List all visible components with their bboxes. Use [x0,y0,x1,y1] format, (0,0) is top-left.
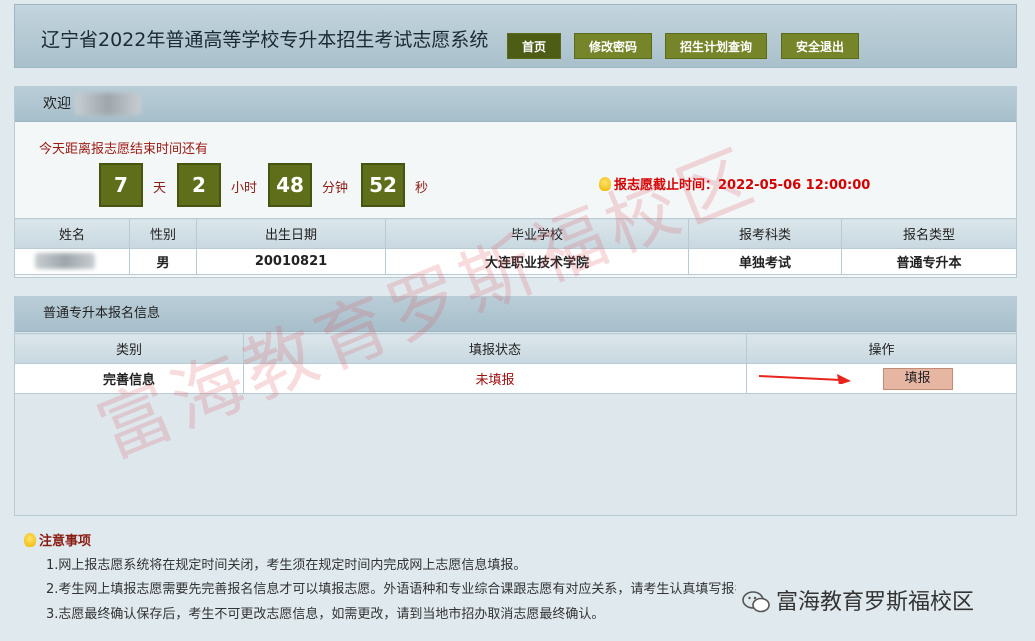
notes-section: 注意事项 [24,530,91,549]
countdown-seconds: 52 [361,163,405,207]
corner-watermark-text: 富海教育罗斯福校区 [776,590,975,615]
nav-enrollment-plan-button[interactable]: 招生计划查询 [665,33,767,59]
deadline-text: 报志愿截止时间：2022-05-06 12:00:00 [614,178,871,193]
col-category: 报考科类 [688,218,842,249]
category-cell: 单独考试 [688,248,842,275]
birth-cell: 20010821 [196,248,386,275]
note-item-3: 3.志愿最终确认保存后，考生不可更改志愿信息，如需更改，请到当地市招办取消志愿最… [46,607,605,622]
student-name-redacted [35,253,95,269]
nav-home-button[interactable]: 首页 [507,33,561,59]
minutes-unit: 分钟 [322,181,349,196]
lightbulb-icon [24,533,36,547]
note-item-2: 2.考生网上填报志愿需要先完善报名信息才可以填报志愿。外语语种和专业综合课跟志愿… [46,582,736,597]
fill-in-button[interactable]: 填报 [882,367,953,390]
nav-change-password-button[interactable]: 修改密码 [574,33,652,59]
app-title: 辽宁省2022年普通高等学校专升本招生考试志愿系统 [41,29,489,51]
lightbulb-icon [599,177,611,191]
seconds-unit: 秒 [415,181,429,196]
registration-table: 类别 填报状态 操作 完善信息 未填报 填报 [14,333,1017,394]
reg-action-cell: 填报 [746,363,1017,394]
registration-header: 普通专升本报名信息 [15,297,1016,332]
countdown-days: 7 [99,163,143,207]
col-gender: 性别 [129,218,197,249]
school-cell: 大连职业技术学院 [385,248,689,275]
col-name: 姓名 [14,218,130,249]
gender-cell: 男 [129,248,197,275]
col-type: 报名类型 [841,218,1017,249]
col-reg-action: 操作 [746,333,1017,364]
countdown-minutes: 48 [268,163,312,207]
type-cell: 普通专升本 [841,248,1017,275]
days-unit: 天 [153,181,167,196]
table-row: 完善信息 未填报 填报 [14,363,1017,394]
welcome-label: 欢迎 [43,96,71,112]
col-reg-category: 类别 [14,333,244,364]
countdown-label: 今天距离报志愿结束时间还有 [39,142,209,157]
hours-unit: 小时 [231,181,258,196]
app-header: 辽宁省2022年普通高等学校专升本招生考试志愿系统 首页 修改密码 招生计划查询… [14,4,1017,68]
col-reg-status: 填报状态 [243,333,747,364]
wechat-icon [742,591,770,613]
col-school: 毕业学校 [385,218,689,249]
registration-panel: 普通专升本报名信息 类别 填报状态 操作 完善信息 未填报 填报 [14,296,1017,516]
reg-status-cell: 未填报 [243,363,747,394]
red-arrow-icon [758,374,851,384]
welcome-panel: 欢迎 今天距离报志愿结束时间还有 7 天 2 小时 48 分钟 52 秒 报志愿… [14,86,1017,278]
reg-category-cell: 完善信息 [14,363,244,394]
table-row: 男 20010821 大连职业技术学院 单独考试 普通专升本 [14,248,1017,275]
corner-watermark: 富海教育罗斯福校区 [742,584,974,616]
welcome-header: 欢迎 [15,87,1016,122]
username-redacted [75,93,141,115]
notes-title: 注意事项 [39,534,92,549]
nav-logout-button[interactable]: 安全退出 [781,33,859,59]
countdown-hours: 2 [177,163,221,207]
student-name-cell [14,248,130,275]
col-birth: 出生日期 [196,218,386,249]
student-info-table: 姓名 性别 出生日期 毕业学校 报考科类 报名类型 男 20010821 大连职… [14,218,1017,275]
registration-title: 普通专升本报名信息 [43,306,161,321]
note-item-1: 1.网上报志愿系统将在规定时间关闭，考生须在规定时间内完成网上志愿信息填报。 [46,558,527,573]
deadline-notice: 报志愿截止时间：2022-05-06 12:00:00 [599,174,870,193]
